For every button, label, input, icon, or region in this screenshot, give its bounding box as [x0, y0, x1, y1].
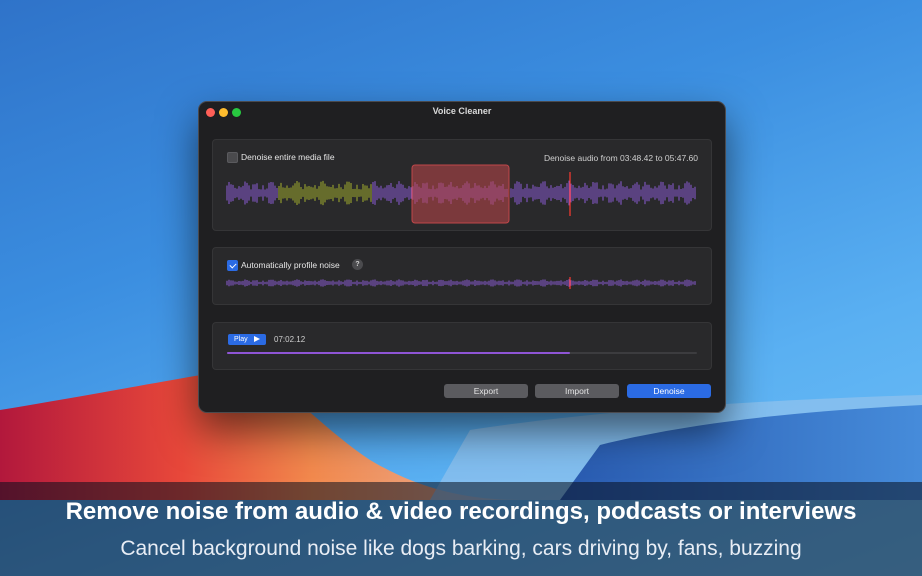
help-icon[interactable]: ? [352, 259, 363, 270]
denoise-range-panel: Denoise entire media file Denoise audio … [212, 139, 712, 231]
selection-region [411, 164, 510, 224]
export-button[interactable]: Export [444, 384, 528, 398]
auto-profile-checkbox[interactable] [227, 260, 238, 271]
window-title: Voice Cleaner [432, 106, 492, 116]
main-waveform[interactable] [225, 162, 699, 224]
play-button[interactable]: Play [228, 334, 266, 345]
playback-panel: Play 07:02.12 [212, 322, 712, 370]
denoise-entire-label: Denoise entire media file [241, 152, 335, 162]
denoise-button[interactable]: Denoise [627, 384, 711, 398]
playback-progress-bar[interactable] [227, 352, 697, 354]
playback-time: 07:02.12 [274, 335, 306, 344]
title-bar: Voice Cleaner [199, 102, 725, 124]
play-icon [254, 336, 260, 342]
noise-profile-waveform[interactable] [225, 276, 699, 290]
playback-progress-fill [227, 352, 571, 354]
noise-profile-panel: Automatically profile noise ? [212, 247, 712, 305]
import-button[interactable]: Import [535, 384, 619, 398]
auto-profile-label: Automatically profile noise [241, 260, 340, 270]
promo-headline: Remove noise from audio & video recordin… [65, 498, 857, 525]
play-button-label: Play [234, 336, 248, 343]
promo-caption: Remove noise from audio & video recordin… [0, 482, 922, 576]
app-window: Voice Cleaner Denoise entire media file … [198, 101, 726, 413]
promo-subline: Cancel background noise like dogs barkin… [120, 537, 802, 560]
